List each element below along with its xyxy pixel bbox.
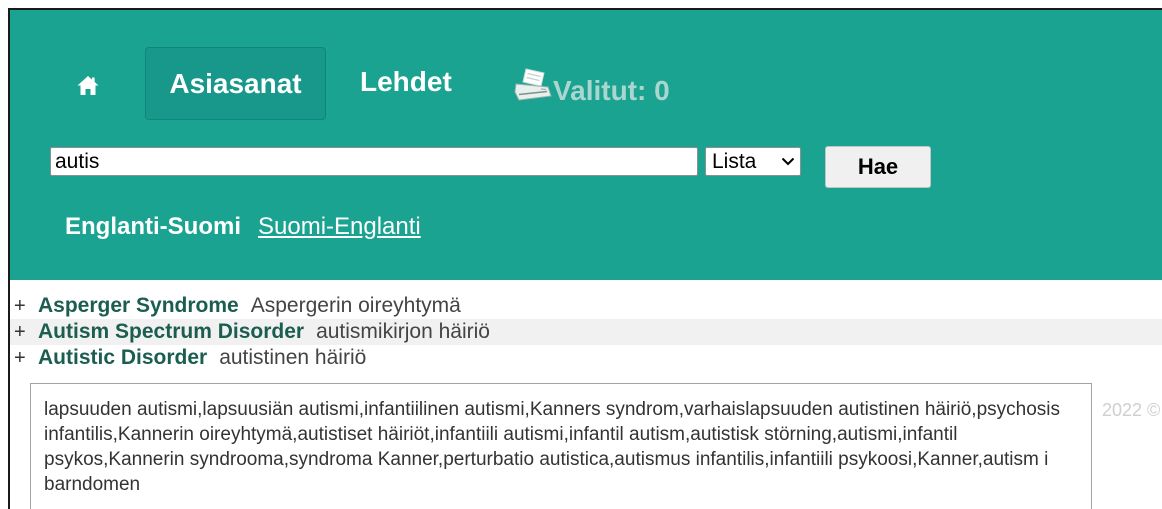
printer-icon[interactable] [513,67,553,103]
search-mode-select[interactable]: Lista [705,147,801,176]
selected-count-link[interactable]: Valitut: 0 [553,73,670,109]
chevron-down-icon [781,157,795,166]
top-header: Asiasanat Lehdet Valitut: 0 Lista Hae En… [10,10,1162,280]
result-text: Autistic Disorder autistinen häiriö [38,345,366,371]
language-current: Englanti-Suomi [65,213,241,240]
search-button[interactable]: Hae [825,146,931,188]
result-text: Autism Spectrum Disorder autismikirjon hä… [38,319,490,345]
copyright-text: 2022 © [1102,400,1161,420]
tab-label-asiasanat: Asiasanat [169,67,302,99]
search-input[interactable] [50,147,698,176]
list-item: + Autism Spectrum Disorder autismikirjon … [10,319,1162,345]
search-mode-value: Lista [712,150,757,173]
result-translation: autismikirjon häiriö [316,320,490,343]
result-term[interactable]: Autism Spectrum Disorder [38,320,304,343]
list-item: + Autistic Disorder autistinen häiriö [10,345,1162,371]
synonyms-panel: lapsuuden autismi,lapsuusiän autismi,inf… [30,383,1092,509]
expand-toggle[interactable]: + [14,345,26,371]
result-translation: autistinen häiriö [219,346,367,369]
tab-lehdet[interactable]: Lehdet [360,64,452,100]
language-switch-link[interactable]: Suomi-Englanti [258,213,421,241]
expand-toggle[interactable]: + [14,319,26,345]
expand-toggle[interactable]: + [14,293,26,319]
result-translation: Aspergerin oireyhtymä [250,294,461,317]
result-text: Asperger Syndrome Aspergerin oireyhtymä [38,293,461,319]
result-term[interactable]: Asperger Syndrome [38,294,239,317]
list-item: + Asperger Syndrome Aspergerin oireyhtymä [10,293,1162,319]
home-button[interactable] [66,64,110,106]
tab-asiasanat[interactable]: Asiasanat [145,47,326,120]
result-term[interactable]: Autistic Disorder [38,346,207,369]
home-icon [77,75,99,95]
